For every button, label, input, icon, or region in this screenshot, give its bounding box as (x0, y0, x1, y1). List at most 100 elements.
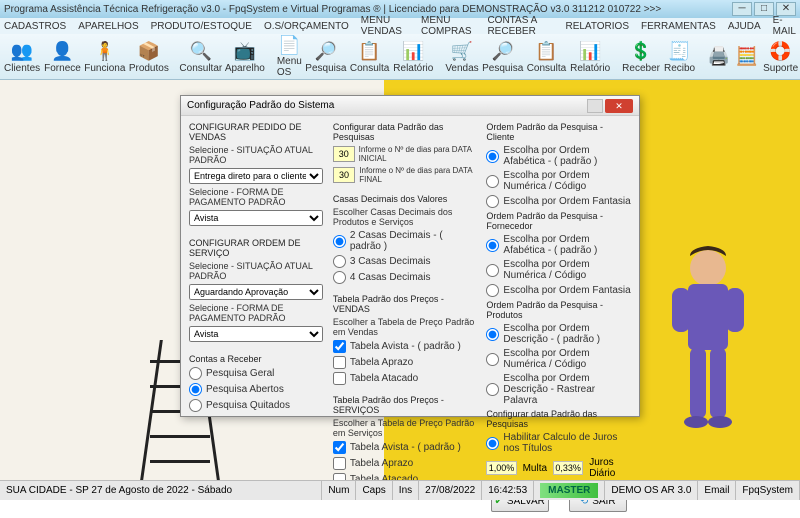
ribbon-button[interactable]: 📊Relatório (570, 36, 610, 78)
radio-cli-num[interactable]: Escolha por Ordem Numérica / Código (486, 170, 631, 192)
menu-item[interactable]: O.S/ORÇAMENTO (264, 21, 349, 32)
ribbon-icon: 📊 (401, 39, 425, 63)
menu-item[interactable]: RELATORIOS (565, 21, 629, 32)
menu-item[interactable]: FERRAMENTAS (641, 21, 716, 32)
dialog-close-button[interactable]: ✕ (605, 99, 633, 113)
menu-item[interactable]: PRODUTO/ESTOQUE (151, 21, 252, 32)
radio-pesquisa-quitados[interactable]: Pesquisa Quitados (189, 399, 323, 412)
config-dialog: Configuração Padrão do Sistema ✕ CONFIGU… (180, 95, 640, 417)
status-email[interactable]: Email (698, 481, 736, 500)
multa-input[interactable]: 1,00% (486, 461, 516, 475)
menu-item[interactable]: E-MAIL (773, 15, 796, 37)
check-servicos-avista[interactable]: Tabela Avista - ( padrão ) (333, 441, 477, 454)
radio-cli-fant[interactable]: Escolha por Ordem Fantasia (486, 195, 631, 208)
dias-inicial-input[interactable]: 30 (333, 146, 355, 162)
radio-4casas[interactable]: 4 Casas Decimais (333, 271, 477, 284)
ribbon-icon: 🧮 (735, 45, 759, 69)
person-graphic (640, 240, 770, 460)
status-caps: Caps (356, 481, 392, 500)
status-fpq[interactable]: FpqSystem (736, 481, 800, 500)
ribbon-button[interactable]: 👥Clientes (4, 36, 40, 78)
ribbon-label: Clientes (4, 63, 40, 74)
ribbon-icon: 💲 (629, 39, 653, 63)
maximize-button[interactable]: □ (754, 2, 774, 16)
ribbon-label: Consulta (350, 63, 389, 74)
radio-forn-num[interactable]: Escolha por Ordem Numérica / Código (486, 259, 631, 281)
radio-cli-alfa[interactable]: Escolha por Ordem Afabética - ( padrão ) (486, 145, 631, 167)
ribbon-button[interactable]: 📄Menu OS (277, 36, 302, 78)
menu-item[interactable]: CONTAS A RECEBER (487, 15, 553, 37)
ribbon-button[interactable]: 🔎Pesquisa (483, 36, 523, 78)
status-master: MASTER (534, 481, 605, 500)
check-vendas-aprazo[interactable]: Tabela Aprazo (333, 356, 477, 369)
menu-item[interactable]: MENU COMPRAS (421, 15, 475, 37)
ribbon-label: Receber (622, 63, 660, 74)
heading: Ordem Padrão da Pesquisa - Fornecedor (486, 211, 631, 231)
ribbon-button[interactable]: 📋Consulta (350, 36, 389, 78)
ribbon-button[interactable]: 📺Aparelho (225, 36, 265, 78)
ribbon-label: Produtos (129, 63, 169, 74)
ribbon-icon: 📺 (233, 39, 257, 63)
ribbon-button[interactable]: 🔎Pesquisa (306, 36, 346, 78)
label: Escolher Casas Decimais dos Produtos e S… (333, 207, 477, 227)
dialog-help-icon[interactable] (587, 99, 603, 113)
status-bar: SUA CIDADE - SP 27 de Agosto de 2022 - S… (0, 480, 800, 500)
radio-prod-rast[interactable]: Escolha por Ordem Descrição - Rastrear P… (486, 373, 631, 406)
label: Selecione - FORMA DE PAGAMENTO PADRÃO (189, 303, 323, 323)
juros-input[interactable]: 0,33% (553, 461, 583, 475)
os-pagamento-select[interactable]: Avista (189, 326, 323, 342)
dias-final-input[interactable]: 30 (333, 167, 355, 183)
ribbon-icon: 🛟 (769, 39, 793, 63)
heading: Configurar data Padrão das Pesquisas (333, 122, 477, 142)
radio-forn-alfa[interactable]: Escolha por Ordem Afabética - ( padrão ) (486, 234, 631, 256)
menu-item[interactable]: APARELHOS (78, 21, 138, 32)
check-vendas-atacado[interactable]: Tabela Atacado (333, 372, 477, 385)
radio-2casas[interactable]: 2 Casas Decimais - ( padrão ) (333, 230, 477, 252)
menu-item[interactable]: AJUDA (728, 21, 761, 32)
radio-juros[interactable]: Habilitar Calculo de Juros nos Títulos (486, 432, 631, 454)
ribbon-label: Funciona (84, 63, 125, 74)
radio-prod-num[interactable]: Escolha por Ordem Numérica / Código (486, 348, 631, 370)
ribbon-label: Fornece (44, 63, 81, 74)
heading: CONFIGURAR PEDIDO DE VENDAS (189, 122, 323, 142)
ribbon-button[interactable]: 🖨️ (707, 36, 731, 78)
minimize-button[interactable]: ─ (732, 2, 752, 16)
menu-item[interactable]: CADASTROS (4, 21, 66, 32)
heading: Configurar data Padrão das Pesquisas (486, 409, 631, 429)
label: Selecione - SITUAÇÃO ATUAL PADRÃO (189, 145, 323, 165)
check-vendas-avista[interactable]: Tabela Avista - ( padrão ) (333, 340, 477, 353)
ribbon-button[interactable]: 🧾Recibo (664, 36, 695, 78)
radio-forn-fant[interactable]: Escolha por Ordem Fantasia (486, 284, 631, 297)
menu-item[interactable]: MENU VENDAS (361, 15, 409, 37)
ribbon-icon: 👤 (50, 39, 74, 63)
radio-prod-desc[interactable]: Escolha por Ordem Descrição - ( padrão ) (486, 323, 631, 345)
ribbon-icon: 📦 (137, 39, 161, 63)
venda-situacao-select[interactable]: Entrega direto para o cliente (189, 168, 323, 184)
ribbon-icon: 👥 (10, 39, 34, 63)
heading: Tabela Padrão dos Preços - VENDAS (333, 294, 477, 314)
radio-pesquisa-abertos[interactable]: Pesquisa Abertos (189, 383, 323, 396)
ribbon-button[interactable]: 🔍Consultar (181, 36, 221, 78)
ribbon-button[interactable]: 🧮 (735, 36, 759, 78)
radio-3casas[interactable]: 3 Casas Decimais (333, 255, 477, 268)
heading: Contas a Receber (189, 354, 323, 364)
heading: Ordem Padrão da Pesquisa - Produtos (486, 300, 631, 320)
ribbon-label: Consulta (527, 63, 566, 74)
ribbon-button[interactable]: 💲Receber (622, 36, 660, 78)
ribbon-button[interactable]: 📊Relatório (393, 36, 433, 78)
ribbon-button[interactable]: 📦Produtos (129, 36, 169, 78)
ribbon-button[interactable]: 👤Fornece (44, 36, 81, 78)
ribbon-button[interactable]: 🛒Vendas (445, 36, 478, 78)
ribbon-button[interactable]: 📋Consulta (527, 36, 566, 78)
check-servicos-aprazo[interactable]: Tabela Aprazo (333, 457, 477, 470)
ribbon-button[interactable]: 🛟Suporte (763, 36, 798, 78)
close-button[interactable]: ✕ (776, 2, 796, 16)
venda-pagamento-select[interactable]: Avista (189, 210, 323, 226)
status-date: 27/08/2022 (419, 481, 482, 500)
ribbon-button[interactable]: 🧍Funciona (85, 36, 125, 78)
ribbon-toolbar: 👥Clientes👤Fornece🧍Funciona📦Produtos🔍Cons… (0, 34, 800, 80)
os-situacao-select[interactable]: Aguardando Aprovação (189, 284, 323, 300)
radio-pesquisa-geral[interactable]: Pesquisa Geral (189, 367, 323, 380)
ribbon-label: Consultar (179, 63, 222, 74)
ribbon-icon: 🖨️ (707, 45, 731, 69)
